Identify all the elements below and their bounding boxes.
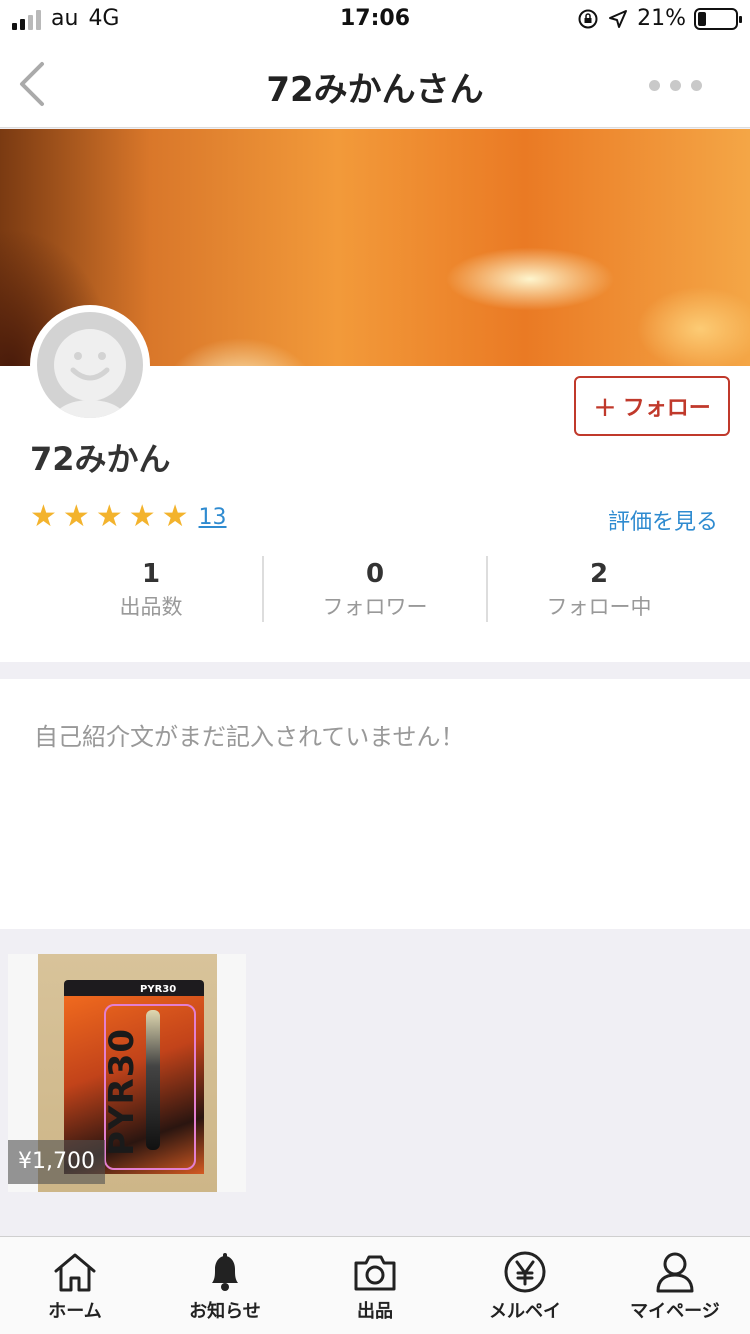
rotation-lock-icon: [578, 9, 598, 28]
stat-value: 2: [589, 559, 609, 589]
star-icon: ★: [161, 499, 189, 534]
stat-value: 0: [365, 559, 385, 589]
box-vertical-text: PYR30: [102, 1027, 143, 1157]
star-icon: ★: [62, 499, 90, 534]
navigation-bar: 72みかんさん: [0, 40, 750, 128]
tab-notifications[interactable]: お知らせ: [150, 1237, 300, 1334]
stat-label: 出品数: [119, 595, 183, 619]
tab-label: ホーム: [48, 1301, 102, 1322]
tab-label: マイページ: [630, 1301, 720, 1322]
home-icon: [54, 1253, 96, 1292]
follow-button[interactable]: + フォロー: [574, 376, 730, 436]
follow-button-label: フォロー: [622, 396, 711, 421]
person-icon: [656, 1252, 694, 1293]
review-count-link[interactable]: 13: [199, 505, 227, 530]
stat-value: 1: [141, 559, 161, 589]
rating-stars[interactable]: ★ ★ ★ ★ ★ 13: [30, 502, 227, 532]
status-bar: au 4G 17:06 21%: [0, 0, 750, 40]
stat-followers[interactable]: 0 フォロワー: [262, 556, 486, 622]
battery-percent: 21%: [637, 6, 686, 31]
stat-label: フォロワー: [322, 595, 428, 619]
tab-bar: ホーム お知らせ 出品 メルペイ マイページ: [0, 1236, 750, 1334]
camera-icon: [354, 1255, 396, 1291]
dart-image: [146, 1010, 160, 1150]
star-icon: ★: [30, 499, 57, 534]
star-icon: ★: [95, 499, 123, 534]
tab-home[interactable]: ホーム: [0, 1237, 150, 1334]
item-grid: PYR30 PYR30 ¥1,700: [0, 946, 750, 1234]
profile-stats: 1 出品数 0 フォロワー 2 フォロー中: [40, 556, 710, 622]
plus-icon: +: [593, 389, 617, 423]
bell-icon: [212, 1253, 238, 1291]
location-icon: [609, 9, 628, 28]
tab-label: 出品: [357, 1301, 393, 1322]
see-reviews-link[interactable]: 評価を見る: [608, 504, 718, 536]
bio-section: 自己紹介文がまだ記入されていません！: [0, 679, 750, 929]
star-icon: ★: [128, 499, 156, 534]
tab-label: お知らせ: [189, 1301, 261, 1322]
page-title: 72みかんさん: [266, 70, 484, 110]
stat-label: フォロー中: [546, 595, 652, 619]
bio-text: 自己紹介文がまだ記入されていません！: [34, 723, 465, 751]
tab-merpay[interactable]: メルペイ: [450, 1237, 600, 1334]
yen-icon: [504, 1251, 546, 1293]
more-options-icon[interactable]: [649, 80, 702, 91]
stat-listings[interactable]: 1 出品数: [40, 556, 262, 622]
tab-sell[interactable]: 出品: [300, 1237, 450, 1334]
tab-label: メルペイ: [489, 1301, 561, 1322]
profile-username: 72みかん: [30, 440, 171, 478]
stat-following[interactable]: 2 フォロー中: [486, 556, 710, 622]
default-avatar-icon: [52, 329, 128, 418]
battery-icon: [694, 7, 742, 30]
tab-mypage[interactable]: マイページ: [600, 1237, 750, 1334]
item-card[interactable]: PYR30 PYR30 ¥1,700: [8, 954, 246, 1192]
box-brand: PYR30: [140, 984, 177, 995]
avatar[interactable]: [30, 305, 150, 425]
item-price: ¥1,700: [8, 1140, 105, 1184]
